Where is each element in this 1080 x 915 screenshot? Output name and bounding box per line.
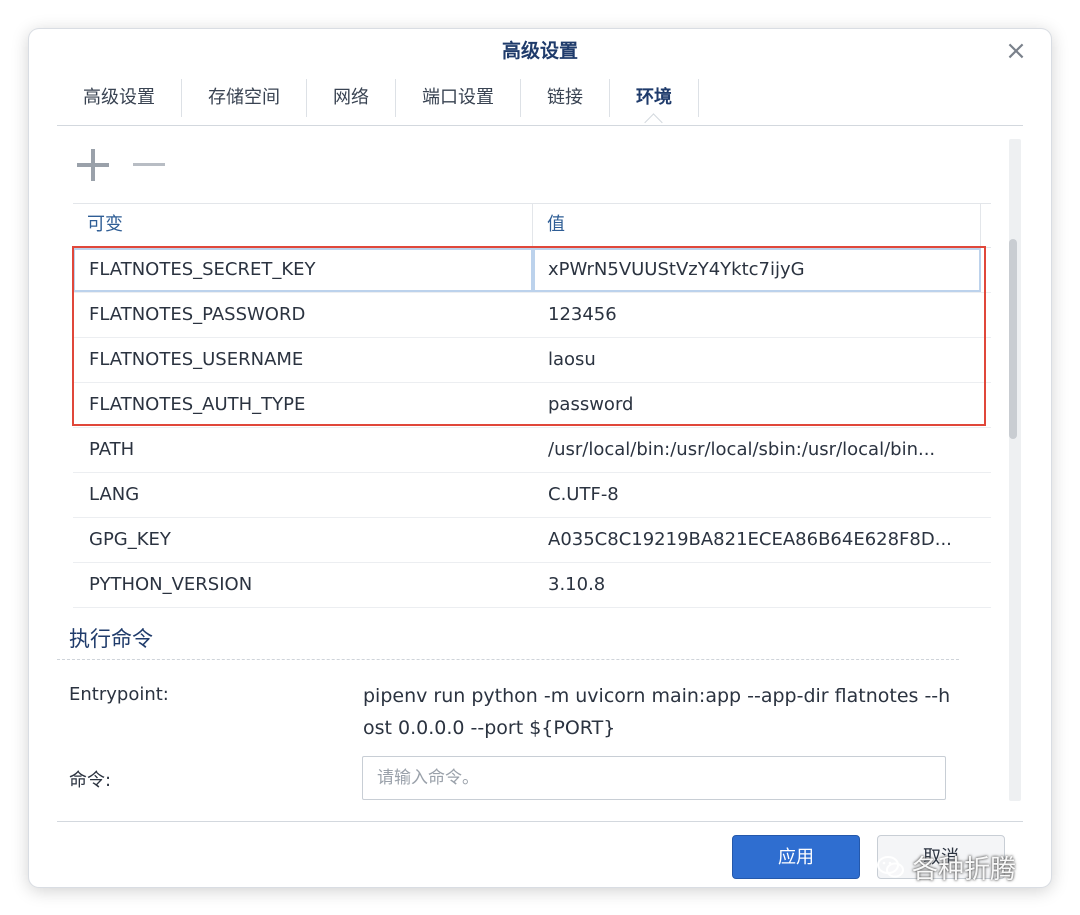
env-toolbar xyxy=(73,145,185,185)
column-header-value[interactable]: 值 xyxy=(533,204,981,247)
table-row[interactable]: GPG_KEY A035C8C19219BA821ECEA86B64E628F8… xyxy=(73,518,991,563)
footer-divider xyxy=(57,821,1023,822)
env-variable-value[interactable]: laosu xyxy=(533,338,981,382)
table-row[interactable]: FLATNOTES_SECRET_KEY xPWrN5VUUStVzY4Yktc… xyxy=(73,248,991,293)
minus-icon[interactable] xyxy=(129,145,169,185)
env-table-header: 可变 值 xyxy=(73,203,991,248)
tab-divider xyxy=(57,125,1023,126)
env-variable-value[interactable]: A035C8C19219BA821ECEA86B64E628F8D... xyxy=(533,518,981,562)
env-variable-value[interactable]: 123456 xyxy=(533,293,981,337)
env-variable-name[interactable]: FLATNOTES_AUTH_TYPE xyxy=(73,383,533,427)
section-title-exec-command: 执行命令 xyxy=(69,627,153,651)
env-variable-value[interactable]: 3.10.8 xyxy=(533,563,981,607)
table-row[interactable]: LANG C.UTF-8 xyxy=(73,473,991,518)
tab-port-settings[interactable]: 端口设置 xyxy=(396,79,521,117)
column-header-variable[interactable]: 可变 xyxy=(73,204,533,247)
env-variable-value[interactable]: password xyxy=(533,383,981,427)
command-input[interactable] xyxy=(362,756,946,800)
command-label: 命令: xyxy=(69,770,112,791)
tab-storage[interactable]: 存储空间 xyxy=(182,79,307,117)
watermark-text: 各种折腾 xyxy=(912,854,1017,885)
dialog-title: 高级设置 xyxy=(501,40,578,62)
env-table: 可变 值 FLATNOTES_SECRET_KEY xPWrN5VUUStVzY… xyxy=(73,203,991,608)
table-row[interactable]: PATH /usr/local/bin:/usr/local/sbin:/usr… xyxy=(73,428,991,473)
env-variable-name[interactable]: FLATNOTES_SECRET_KEY xyxy=(73,248,533,292)
env-variable-name[interactable]: PYTHON_VERSION xyxy=(73,563,533,607)
env-variable-name[interactable]: GPG_KEY xyxy=(73,518,533,562)
entrypoint-label: Entrypoint: xyxy=(69,684,169,705)
env-variable-value[interactable]: C.UTF-8 xyxy=(533,473,981,517)
tab-bar: 高级设置 存储空间 网络 端口设置 链接 环境 xyxy=(57,77,699,119)
table-row[interactable]: FLATNOTES_PASSWORD 123456 xyxy=(73,293,991,338)
section-divider xyxy=(57,659,959,660)
watermark: 各种折腾 xyxy=(876,847,1016,887)
tab-environment[interactable]: 环境 xyxy=(610,79,699,117)
env-variable-name[interactable]: LANG xyxy=(73,473,533,517)
close-icon[interactable]: × xyxy=(1003,38,1029,64)
apply-button[interactable]: 应用 xyxy=(732,835,860,879)
entrypoint-value: pipenv run python -m uvicorn main:app --… xyxy=(363,685,951,739)
table-row[interactable]: PYTHON_VERSION 3.10.8 xyxy=(73,563,991,608)
advanced-settings-dialog: 高级设置 × 高级设置 存储空间 网络 端口设置 链接 环境 可变 值 FLAT… xyxy=(29,29,1051,887)
env-variable-name[interactable]: FLATNOTES_USERNAME xyxy=(73,338,533,382)
scrollbar-thumb[interactable] xyxy=(1009,239,1017,439)
plus-icon[interactable] xyxy=(73,145,113,185)
env-variable-value[interactable]: /usr/local/bin:/usr/local/sbin:/usr/loca… xyxy=(533,428,981,472)
tab-advanced-settings[interactable]: 高级设置 xyxy=(57,79,182,117)
wechat-icon xyxy=(877,856,904,878)
dialog-titlebar: 高级设置 × xyxy=(29,29,1051,73)
tab-links[interactable]: 链接 xyxy=(521,79,610,117)
env-variable-value[interactable]: xPWrN5VUUStVzY4Yktc7ijyG xyxy=(533,248,981,292)
table-row[interactable]: FLATNOTES_AUTH_TYPE password xyxy=(73,383,991,428)
env-variable-name[interactable]: FLATNOTES_PASSWORD xyxy=(73,293,533,337)
table-row[interactable]: FLATNOTES_USERNAME laosu xyxy=(73,338,991,383)
env-variable-name[interactable]: PATH xyxy=(73,428,533,472)
tab-network[interactable]: 网络 xyxy=(307,79,396,117)
